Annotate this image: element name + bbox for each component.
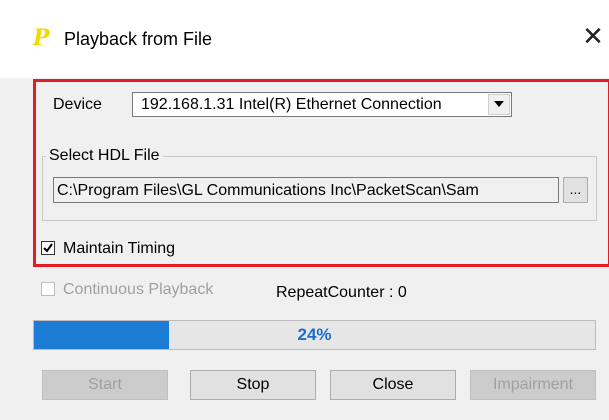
title-bar: P Playback from File ✕: [0, 0, 609, 78]
continuous-playback-checkbox[interactable]: [41, 282, 55, 296]
app-p-icon: P: [33, 25, 50, 51]
playback-progress-bar: 24%: [33, 320, 596, 350]
hdl-file-path: C:\Program Files\GL Communications Inc\P…: [57, 182, 479, 199]
playback-dialog: P Playback from File ✕ Device 192.168.1.…: [0, 0, 609, 420]
progress-percent: 24%: [297, 325, 332, 344]
close-icon[interactable]: ✕: [580, 22, 606, 52]
start-button[interactable]: Start: [42, 370, 168, 400]
hdl-file-path-field[interactable]: C:\Program Files\GL Communications Inc\P…: [53, 177, 559, 203]
maintain-timing-checkbox[interactable]: [41, 241, 55, 255]
stop-button[interactable]: Stop: [190, 370, 316, 400]
impairment-button[interactable]: Impairment: [470, 370, 596, 400]
checkmark-icon: [43, 243, 53, 253]
hdl-file-group-title: Select HDL File: [46, 146, 163, 166]
dropdown-arrow-icon[interactable]: [488, 94, 510, 115]
device-select-value: 192.168.1.31 Intel(R) Ethernet Connectio…: [141, 96, 442, 113]
browse-button[interactable]: ...: [563, 177, 588, 203]
continuous-playback-label[interactable]: Continuous Playback: [63, 280, 213, 300]
close-button[interactable]: Close: [330, 370, 456, 400]
window-title: Playback from File: [64, 29, 213, 49]
repeat-counter: RepeatCounter : 0: [276, 284, 407, 301]
device-label: Device: [53, 96, 102, 113]
device-select[interactable]: 192.168.1.31 Intel(R) Ethernet Connectio…: [132, 92, 512, 117]
maintain-timing-label[interactable]: Maintain Timing: [63, 239, 175, 259]
